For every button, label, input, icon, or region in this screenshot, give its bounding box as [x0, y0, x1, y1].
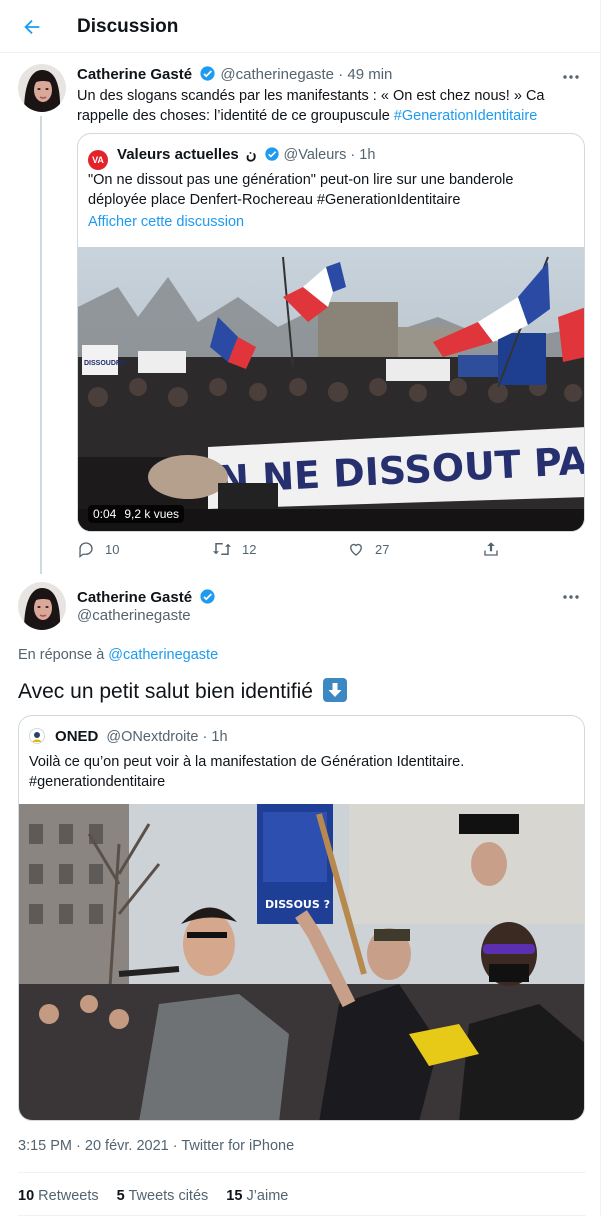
- avatar[interactable]: [18, 582, 66, 630]
- stat-count: 10: [18, 1188, 35, 1204]
- author-name[interactable]: Catherine Gasté: [77, 66, 192, 83]
- like-count: 27: [375, 541, 390, 557]
- video-views: 9,2 k vues: [124, 507, 180, 521]
- reply-handle-link[interactable]: @catherinegaste: [108, 647, 218, 663]
- stat-label: J’aime: [246, 1188, 289, 1204]
- stat-count: 5: [116, 1188, 125, 1204]
- quoted-tweet-header: VA Valeurs actuelles ن @Valeurs · 1h: [88, 146, 375, 170]
- quoted-hashtag: #generationdentitaire: [29, 774, 166, 790]
- tweet-actions: 10 12 27: [77, 540, 507, 562]
- stat-likes[interactable]: 15 J’aime: [226, 1188, 288, 1204]
- tweet-stats: 10 Retweets 5 Tweets cités 15 J’aime: [18, 1188, 288, 1204]
- main-tweet-text-body: Avec un petit salut bien identifié: [18, 680, 313, 703]
- hashtag-link[interactable]: #GenerationIdentitaire: [394, 108, 538, 124]
- share-button[interactable]: [482, 540, 500, 558]
- show-thread-link[interactable]: Afficher cette discussion: [88, 214, 244, 230]
- protest-photo: DISSOUS ?: [19, 804, 584, 1120]
- quoted-author-handle: @ONextdroite: [106, 729, 199, 745]
- quoted-text-line: Voilà ce qu’on peut voir à la manifestat…: [29, 754, 465, 770]
- valeurs-logo: VA: [88, 150, 108, 170]
- protest-sign-text: DISSOUDRE: [84, 360, 126, 367]
- tweet-header: Catherine Gasté: [77, 588, 216, 606]
- quoted-tweet-time: 1h: [359, 147, 376, 163]
- stat-label: Tweets cités: [128, 1188, 209, 1204]
- protest-video-frame: DISSOUDRE N NE DISSOUT PAS UN: [78, 247, 584, 531]
- stat-label: Retweets: [38, 1188, 99, 1204]
- main-tweet-text: Avec un petit salut bien identifié: [18, 678, 347, 706]
- tweet-header: Catherine Gasté @catherinegaste · 49 min: [77, 65, 392, 83]
- arrow-left-icon: [24, 19, 40, 35]
- video-player[interactable]: DISSOUDRE N NE DISSOUT PAS UN: [78, 247, 584, 531]
- quoted-author-handle: @Valeurs: [283, 147, 347, 163]
- tweet-text: Un des slogans scandés par les manifesta…: [77, 86, 582, 126]
- verified-badge-icon: [264, 147, 279, 161]
- quoted-tweet-text: Voilà ce qu’on peut voir à la manifestat…: [29, 752, 569, 792]
- more-options-button[interactable]: [560, 588, 582, 606]
- retweet-icon: [213, 543, 231, 555]
- quoted-author-name: Valeurs actuelles: [117, 146, 239, 163]
- stat-quote-tweets[interactable]: 5 Tweets cités: [117, 1188, 209, 1204]
- stat-count: 15: [226, 1188, 243, 1204]
- more-options-button[interactable]: [560, 68, 582, 86]
- quoted-author-name: ONED: [55, 728, 99, 745]
- like-button[interactable]: 27: [347, 540, 389, 558]
- video-duration: 0:04: [93, 507, 117, 521]
- sign-text: DISSOUS ?: [265, 898, 330, 911]
- thread-connector-line: [40, 116, 42, 574]
- more-dots-icon: [563, 75, 579, 79]
- quoted-tweet[interactable]: ONED @ONextdroite · 1h Voilà ce qu’on pe…: [18, 715, 585, 1121]
- down-arrow-emoji-icon: [322, 678, 347, 702]
- quoted-tweet-text: "On ne dissout pas une génération" peut-…: [88, 172, 514, 208]
- author-name[interactable]: Catherine Gasté: [77, 589, 192, 606]
- quoted-tweet[interactable]: VA Valeurs actuelles ن @Valeurs · 1h "On…: [77, 133, 585, 532]
- reply-context: En réponse à @catherinegaste: [18, 647, 218, 663]
- quoted-tweet-time: 1h: [211, 729, 228, 745]
- video-badge: 0:04 9,2 k vues: [88, 505, 185, 523]
- separator: ·: [338, 66, 344, 83]
- avatar[interactable]: [18, 64, 66, 112]
- tweet-thread-page: Discussion Catherine Gasté @catherinegas…: [0, 0, 601, 1216]
- reply-icon: [79, 542, 93, 558]
- retweet-button[interactable]: 12: [212, 540, 256, 558]
- tweet-timestamp[interactable]: 3:15 PM · 20 févr. 2021 · Twitter for iP…: [18, 1138, 294, 1154]
- reply-button[interactable]: 10: [77, 540, 119, 558]
- name-suffix: ن: [245, 147, 257, 163]
- tweet-time[interactable]: 49 min: [347, 66, 392, 83]
- back-button[interactable]: [18, 13, 46, 41]
- page-title: Discussion: [77, 16, 179, 37]
- stat-retweets[interactable]: 10 Retweets: [18, 1188, 99, 1204]
- divider: [18, 1172, 586, 1173]
- quoted-tweet-header: ONED @ONextdroite · 1h: [29, 728, 228, 745]
- verified-badge-icon: [200, 589, 215, 604]
- share-icon: [484, 542, 498, 556]
- author-handle[interactable]: @catherinegaste: [77, 607, 191, 624]
- more-dots-icon: [563, 595, 579, 599]
- reply-count: 10: [105, 541, 120, 557]
- retweet-count: 12: [242, 541, 257, 557]
- heart-icon: [350, 543, 362, 556]
- separator: ·: [350, 147, 356, 163]
- separator: ·: [202, 729, 208, 745]
- oned-avatar: [29, 728, 45, 744]
- verified-badge-icon: [200, 66, 215, 81]
- reply-prefix: En réponse à: [18, 647, 109, 663]
- top-header: Discussion: [0, 0, 601, 53]
- quoted-photo[interactable]: DISSOUS ?: [19, 804, 584, 1120]
- author-handle[interactable]: @catherinegaste: [220, 66, 334, 83]
